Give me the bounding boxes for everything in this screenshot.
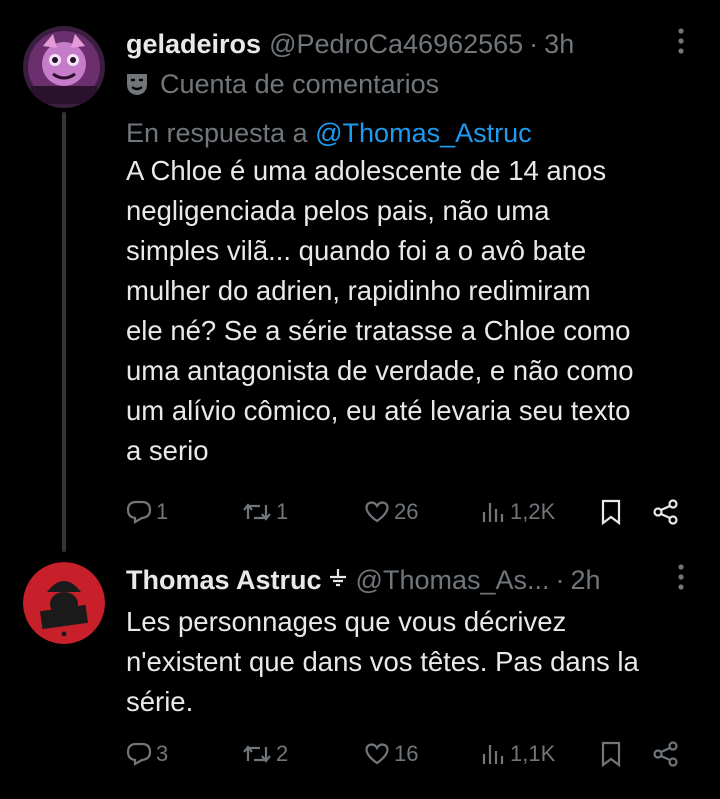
tweet-header: Thomas Astruc @Thomas_As... · 2h (126, 560, 696, 600)
tweet-text-line: simples vilã... quando foi a o avô bate (126, 235, 587, 266)
like-button[interactable]: 26 (364, 499, 418, 525)
share-button[interactable] (652, 499, 680, 525)
share-icon (653, 741, 678, 767)
heart-icon (365, 501, 389, 523)
avatar-thomas-astruc[interactable] (23, 562, 105, 644)
tweet-text-line: um alívio cômico, eu até levaria seu tex… (126, 395, 631, 426)
views-icon (482, 745, 504, 764)
views-count: 1,2K (510, 499, 556, 524)
bookmark-button[interactable] (600, 741, 622, 767)
separator-dot: · (529, 28, 539, 59)
tweet-text-line: a serio (126, 435, 209, 466)
share-icon (653, 499, 678, 525)
tweet-text-line: Les personnages que vous décrivez (126, 606, 567, 637)
views-button[interactable]: 1,2K (480, 499, 555, 525)
tweet-geladeiros[interactable]: geladeiros @PedroCa46962565 · 3h Cuenta … (0, 0, 720, 552)
verified-ground-icon (328, 565, 348, 596)
tweet-text: A Chloe é uma adolescente de 14 anos neg… (126, 151, 696, 471)
reply-count: 3 (156, 741, 169, 766)
author-handle[interactable]: @Thomas_As... (356, 565, 550, 596)
reply-context: En respuesta a @Thomas_Astruc (126, 118, 696, 149)
author-name[interactable]: Thomas Astruc (126, 565, 322, 596)
avatar-geladeiros[interactable] (23, 26, 105, 108)
like-count: 16 (394, 741, 419, 766)
tweet-text-line: negligenciada pelos pais, não uma (126, 195, 550, 226)
tweet-text-line: A Chloe é uma adolescente de 14 anos (126, 155, 607, 186)
retweet-icon (243, 745, 271, 763)
heart-icon (365, 743, 389, 765)
tweet-header: geladeiros @PedroCa46962565 · 3h (126, 24, 696, 64)
thread-line (62, 112, 66, 552)
account-label-row: Cuenta de comentarios (126, 64, 696, 104)
like-count: 26 (394, 499, 419, 524)
retweet-button[interactable]: 1 (242, 499, 288, 525)
action-bar: 1 1 26 1,2K (126, 492, 686, 532)
retweet-count: 2 (276, 741, 289, 766)
bookmark-icon (601, 499, 621, 525)
retweet-icon (243, 503, 271, 521)
action-bar: 3 2 16 1,1K (126, 734, 686, 774)
tweet-text-line: uma antagonista de verdade, e não como (126, 355, 634, 386)
views-count: 1,1K (510, 741, 556, 766)
reply-icon (126, 742, 152, 766)
tweet-text-line: n'existent que dans vos têtes. Pas dans … (126, 646, 639, 677)
author-name[interactable]: geladeiros (126, 29, 261, 60)
tweet-text-line: mulher do adrien, rapidinho redimiram (126, 275, 591, 306)
bookmark-button[interactable] (600, 499, 622, 525)
like-button[interactable]: 16 (364, 741, 418, 767)
retweet-button[interactable]: 2 (242, 741, 288, 767)
views-button[interactable]: 1,1K (480, 741, 555, 767)
reply-button[interactable]: 3 (126, 741, 168, 767)
tweet-text-line: ele né? Se a série tratasse a Chloe como (126, 315, 631, 346)
tweet-text: Les personnages que vous décrivez n'exis… (126, 602, 696, 722)
theater-mask-icon (127, 74, 147, 95)
views-icon (482, 503, 504, 522)
reply-button[interactable]: 1 (126, 499, 168, 525)
account-label: Cuenta de comentarios (160, 68, 440, 99)
share-button[interactable] (652, 741, 680, 767)
more-options-icon[interactable] (678, 28, 684, 61)
tweet-thomas-astruc[interactable]: Thomas Astruc @Thomas_As... · 2h Les per… (0, 550, 720, 799)
more-options-icon[interactable] (678, 564, 684, 597)
reply-to-link[interactable]: @Thomas_Astruc (315, 118, 531, 148)
bookmark-icon (601, 741, 621, 767)
author-handle[interactable]: @PedroCa46962565 (269, 29, 523, 60)
timestamp[interactable]: 2h (571, 565, 601, 596)
timestamp[interactable]: 3h (544, 29, 574, 60)
reply-count: 1 (156, 499, 169, 524)
separator-dot: · (555, 564, 565, 595)
reply-prefix: En respuesta a (126, 118, 308, 148)
retweet-count: 1 (276, 499, 289, 524)
reply-icon (126, 500, 152, 524)
tweet-text-line: série. (126, 686, 194, 717)
